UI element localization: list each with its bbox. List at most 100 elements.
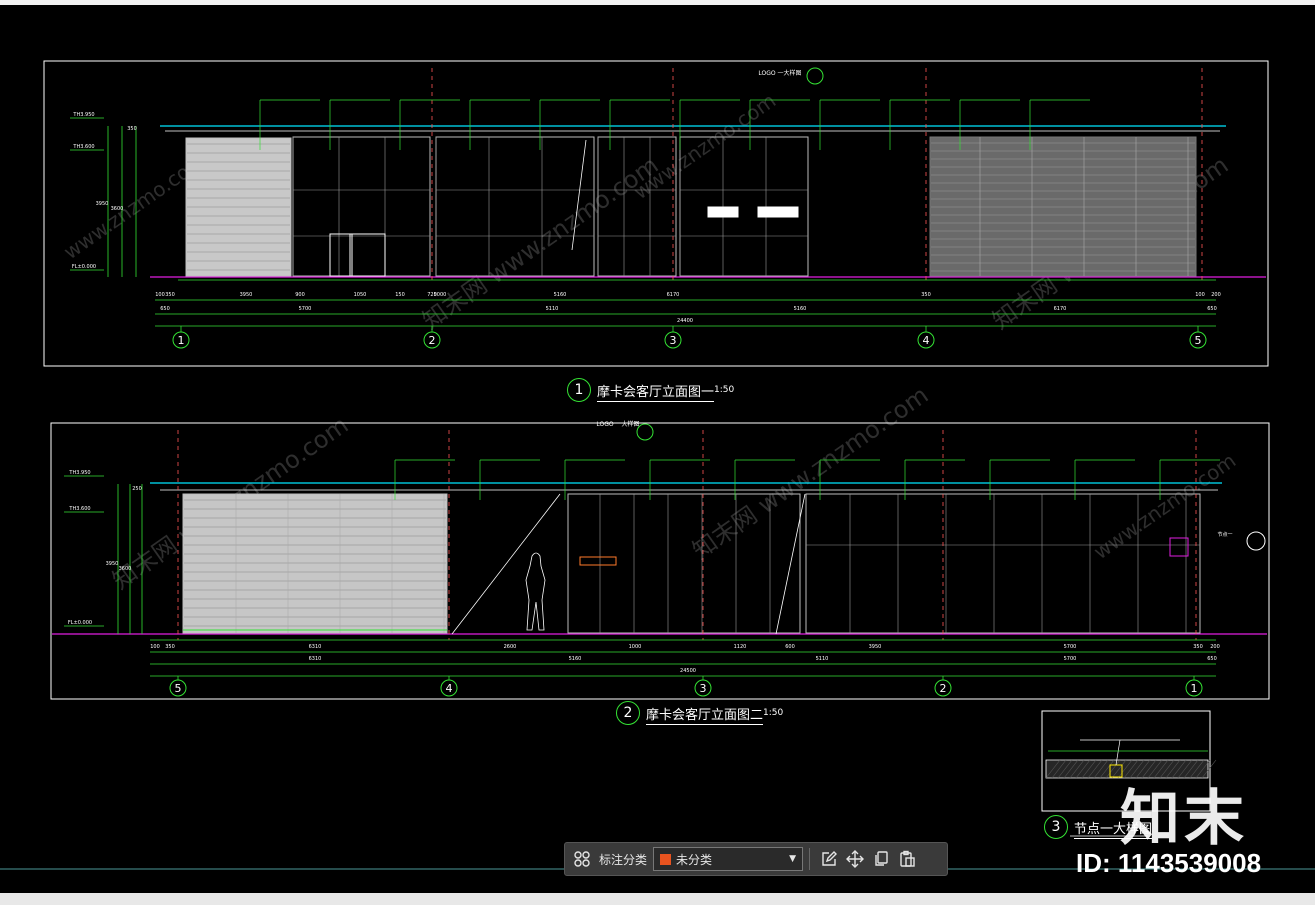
dimension-text: 6170 <box>1054 306 1067 312</box>
elevation-2-number: 2 <box>616 701 640 725</box>
elevation-1-label: 摩卡会客厅立面图一 <box>597 384 715 402</box>
dimension-text: 5160 <box>554 292 567 298</box>
detail-number: 3 <box>1044 815 1068 839</box>
brand-logo: 知末 <box>1120 784 1248 854</box>
image-id-label: ID: 1143539008 <box>1076 848 1262 878</box>
dimension-text: 6310 <box>309 644 322 650</box>
vdim-text: 3600 <box>119 566 132 572</box>
watermark-text: 知末网 www.znzmo.com <box>687 381 933 565</box>
vdim-text: 3950 <box>106 561 119 567</box>
category-color-swatch <box>660 853 672 865</box>
dimension-text: 5160 <box>794 306 807 312</box>
elevation-2-title: 2 摩卡会客厅立面图二1:50 <box>616 701 783 725</box>
dimension-text: 1050 <box>354 292 367 298</box>
callout-bubble <box>806 67 824 85</box>
grid-label: 3 <box>670 334 677 347</box>
dimension-text: 100 <box>150 644 160 650</box>
vdim-text: 3950 <box>96 201 109 207</box>
elevation-2-label: 摩卡会客厅立面图二 <box>646 707 764 725</box>
edit-icon[interactable] <box>816 846 842 872</box>
grid-label: 1 <box>178 334 185 347</box>
dimension-text: 600 <box>785 644 795 650</box>
grid-label: 4 <box>446 682 453 695</box>
vdim-text: 250 <box>132 486 142 492</box>
node-bubble <box>1246 531 1266 551</box>
dimension-text: 5110 <box>546 306 559 312</box>
dimension-text: 350 <box>165 292 175 298</box>
dimension-text: 200 <box>1211 292 1221 298</box>
level-text: FL±0.000 <box>72 264 96 270</box>
level-text: TH3.950 <box>68 470 90 476</box>
sign-block <box>757 206 799 218</box>
dimension-text: 5000 <box>434 292 447 298</box>
dimension-text: 2600 <box>504 644 517 650</box>
category-value: 未分类 <box>676 852 713 867</box>
human-figure <box>525 552 546 631</box>
dimension-text: 5700 <box>1064 656 1077 662</box>
dimension-text: 1000 <box>629 644 642 650</box>
move-icon[interactable] <box>842 846 868 872</box>
cad-canvas[interactable]: www.znzmo.com 知末网 www.znzmo.comwww.znzmo.… <box>0 5 1315 893</box>
watermark-text: www.znzmo.com <box>629 88 780 204</box>
dimension-text: 6170 <box>667 292 680 298</box>
elevation-1-number: 1 <box>567 378 591 402</box>
dimension-text: 1120 <box>734 644 747 650</box>
logo-callout: LOGO 一大样图 <box>596 420 639 428</box>
grid-label: 2 <box>940 682 947 695</box>
logo-callout: LOGO 一大样图 <box>758 69 801 77</box>
dimension-text: 100 <box>1195 292 1205 298</box>
annotation-toolbar: 标注分类 未分类 ▼ <box>564 842 948 876</box>
glass-bay <box>292 136 431 277</box>
dimension-total: 24500 <box>680 668 696 674</box>
dimension-text: 650 <box>1207 306 1217 312</box>
dimension-text: 6310 <box>309 656 322 662</box>
stair-edge <box>451 493 561 635</box>
grid-label: 2 <box>429 334 436 347</box>
door <box>329 233 353 277</box>
paste-icon[interactable] <box>894 846 920 872</box>
dimension-text: 5160 <box>569 656 582 662</box>
grid-label: 4 <box>923 334 930 347</box>
dimension-text: 650 <box>160 306 170 312</box>
dimension-text: 5110 <box>816 656 829 662</box>
category-label: 标注分类 <box>599 852 648 867</box>
stair-edge <box>775 493 806 635</box>
copy-icon[interactable] <box>868 846 894 872</box>
dimension-text: 350 <box>1193 644 1203 650</box>
sign-label <box>579 556 617 566</box>
dimension-text: 200 <box>1210 644 1220 650</box>
dimension-text: 350 <box>165 644 175 650</box>
level-text: TH3.600 <box>72 144 94 150</box>
dimension-text: 150 <box>395 292 405 298</box>
dimension-total: 24400 <box>677 318 693 324</box>
watermark-text: 知末网 www.znzmo.com <box>417 151 663 335</box>
node-callout: 节点一 <box>1217 532 1232 538</box>
level-text: TH3.600 <box>68 506 90 512</box>
dimension-text: 3950 <box>869 644 882 650</box>
dimension-text: 5700 <box>1064 644 1077 650</box>
grid-label: 1 <box>1191 682 1198 695</box>
grid-label: 5 <box>1195 334 1202 347</box>
dimension-text: 650 <box>1207 656 1217 662</box>
toolbar-divider <box>809 848 811 870</box>
vdim-text: 3600 <box>111 206 124 212</box>
elevation-1-title: 1 摩卡会客厅立面图一1:50 <box>567 378 734 402</box>
level-text: FL±0.000 <box>68 620 92 626</box>
bottom-strip <box>0 893 1315 905</box>
callout-bubble <box>636 423 654 441</box>
dimension-text: 900 <box>295 292 305 298</box>
sign-block <box>707 206 739 218</box>
louver-panel <box>182 493 448 634</box>
elevation-2-scale: 1:50 <box>763 708 784 718</box>
elevation-1-scale: 1:50 <box>714 385 735 395</box>
dimension-text: 100 <box>155 292 165 298</box>
grid-label: 3 <box>700 682 707 695</box>
dimension-text: 350 <box>921 292 931 298</box>
dimension-text: 3950 <box>240 292 253 298</box>
watermark-text: www.znzmo.com <box>1089 448 1240 564</box>
grid-icon[interactable] <box>569 846 595 872</box>
vdim-text: 350 <box>127 126 137 132</box>
category-dropdown[interactable]: 未分类 ▼ <box>653 847 804 871</box>
door <box>349 233 386 277</box>
chevron-down-icon: ▼ <box>789 854 797 864</box>
